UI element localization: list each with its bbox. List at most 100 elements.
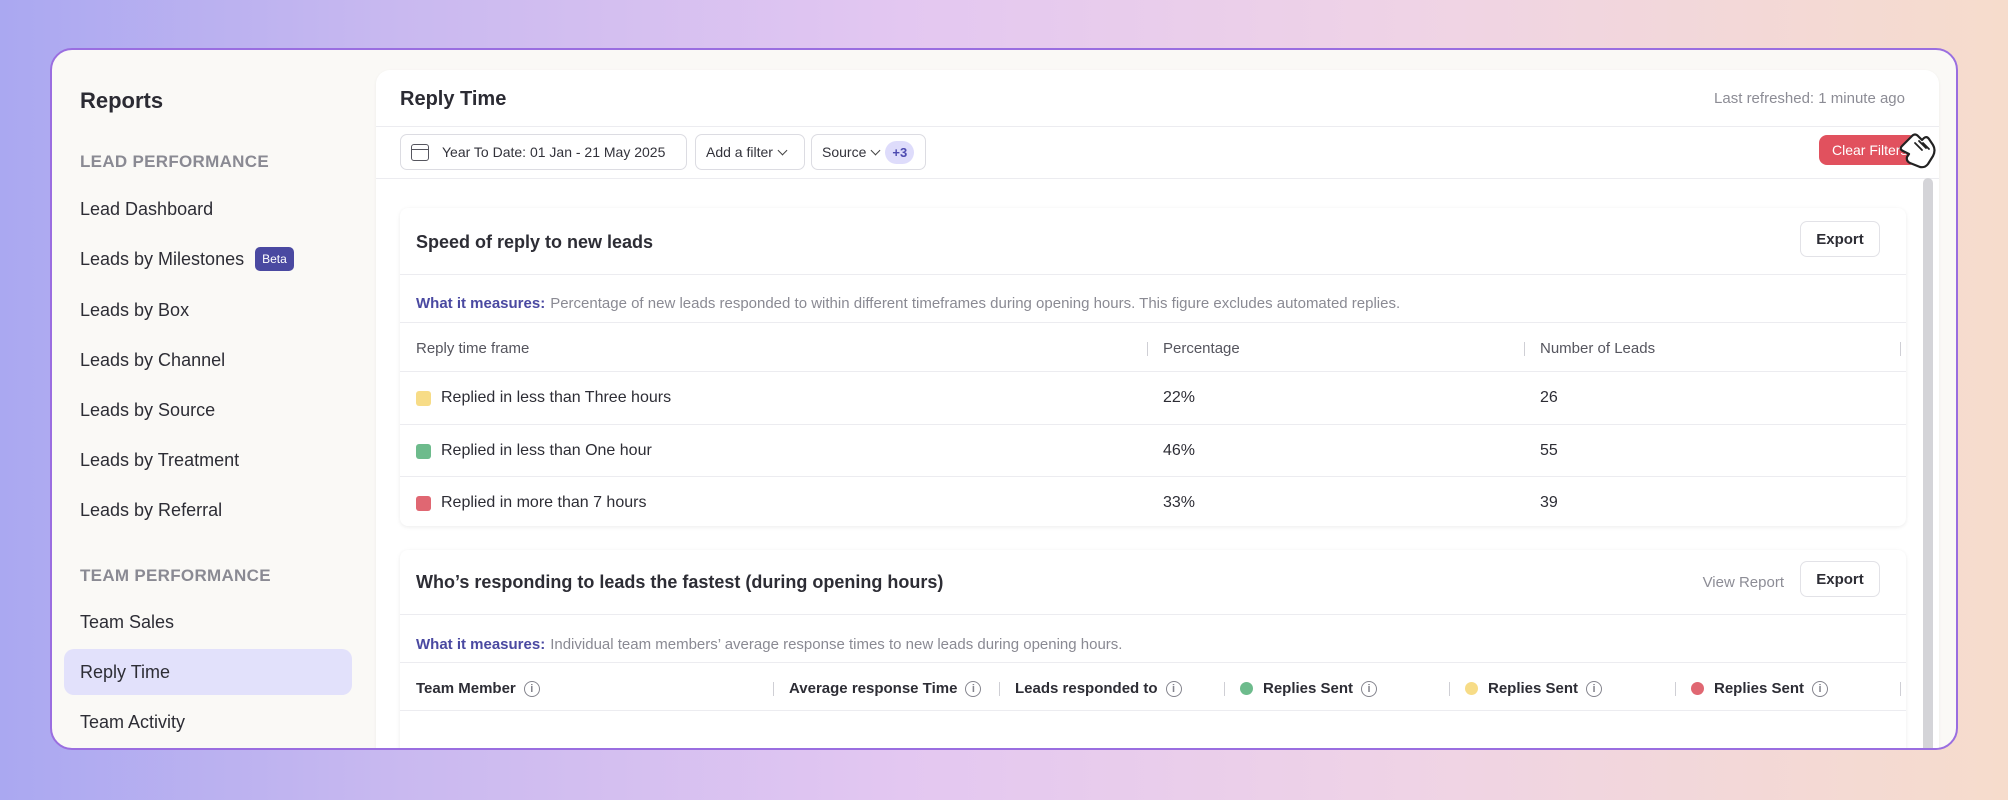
sidebar-item-leads-by-box[interactable]: Leads by Box <box>64 287 352 333</box>
export-button[interactable]: Export <box>1800 221 1880 257</box>
pointer-hand-icon <box>1899 133 1936 169</box>
red-dot-icon <box>1691 682 1704 695</box>
scrollbar[interactable] <box>1923 178 1933 748</box>
info-icon[interactable]: i <box>1812 680 1829 697</box>
green-swatch-icon <box>416 443 431 459</box>
last-refreshed: Last refreshed: 1 minute ago <box>1714 90 1905 107</box>
table-top-divider <box>400 662 1906 663</box>
column-header-average-response-time: Average response Time i <box>789 680 982 697</box>
sidebar-item-leads-by-referral[interactable]: Leads by Referral <box>64 487 352 533</box>
column-header-label: Replies Sent <box>1714 680 1805 697</box>
row-percentage: 46% <box>1163 442 1196 459</box>
table-top-divider <box>400 322 1906 323</box>
sidebar-item-label: Team Activity <box>80 711 186 732</box>
calendar-icon <box>411 143 429 161</box>
table-row: Replied in less than Three hours <box>416 383 671 413</box>
row-leads: 26 <box>1540 389 1558 406</box>
column-separator <box>999 682 1000 696</box>
sidebar-item-leads-by-source[interactable]: Leads by Source <box>64 387 352 433</box>
sidebar-item-lead-dashboard[interactable]: Lead Dashboard <box>64 186 352 232</box>
card-title: Speed of reply to new leads <box>416 232 654 252</box>
filter-divider <box>376 178 1939 179</box>
green-dot-icon <box>1240 682 1253 695</box>
table-row: Replied in more than 7 hours <box>416 488 646 518</box>
column-header-number-of-leads: Number of Leads <box>1540 340 1656 357</box>
sidebar-item-team-activity[interactable]: Team Activity <box>64 699 352 745</box>
add-filter-label: Add a filter <box>706 144 773 160</box>
red-swatch-icon <box>416 495 431 511</box>
what-it-measures: What it measures: Individual team members… <box>416 636 1122 653</box>
yellow-swatch-icon <box>416 390 431 406</box>
sidebar-item-reply-time[interactable]: Reply Time <box>64 649 352 695</box>
speed-of-reply-card: Speed of reply to new leads Export What … <box>400 208 1906 526</box>
info-icon[interactable]: i <box>1165 680 1182 697</box>
sidebar-item-label: Reply Time <box>80 661 171 682</box>
column-header-leads-responded-to: Leads responded to i <box>1015 680 1182 697</box>
card-divider <box>400 274 1906 275</box>
sidebar-item-leads-by-treatment[interactable]: Leads by Treatment <box>64 437 352 483</box>
fastest-responders-card: Who’s responding to leads the fastest (d… <box>400 550 1906 748</box>
source-filter-label: Source <box>822 144 867 160</box>
row-percentage: 22% <box>1163 389 1196 406</box>
header-row-divider <box>400 371 1906 372</box>
row-label: Replied in more than 7 hours <box>441 494 647 511</box>
measure-label: What it measures: <box>416 636 546 653</box>
sidebar-item-label: Leads by Treatment <box>80 449 240 470</box>
column-separator <box>1449 682 1450 696</box>
measure-text: Individual team members’ average respons… <box>550 636 1123 653</box>
info-icon[interactable]: i <box>965 680 982 697</box>
export-button[interactable]: Export <box>1800 561 1880 597</box>
column-separator <box>1524 342 1525 356</box>
info-icon[interactable]: i <box>523 680 540 697</box>
info-icon[interactable]: i <box>1586 680 1603 697</box>
column-separator <box>1224 682 1225 696</box>
sidebar-item-label: Leads by Channel <box>80 349 226 370</box>
column-header-label: Average response Time <box>789 680 958 697</box>
scrollbar-thumb[interactable] <box>1923 178 1933 748</box>
sidebar-item-leads-by-channel[interactable]: Leads by Channel <box>64 337 352 383</box>
app-window: Reports LEAD PERFORMANCE Lead Dashboard … <box>50 48 1958 750</box>
row-divider <box>400 424 1906 425</box>
sidebar-item-team-sales[interactable]: Team Sales <box>64 599 352 645</box>
column-header-label: Replies Sent <box>1263 680 1354 697</box>
table-row: Replied in less than One hour <box>416 436 652 466</box>
sidebar-item-label: Leads by Source <box>80 399 216 420</box>
row-leads: 39 <box>1540 494 1558 511</box>
column-header-replies-sent-red: Replies Sent i <box>1691 680 1829 697</box>
card-title: Who’s responding to leads the fastest (d… <box>416 572 944 592</box>
section-team-performance: TEAM PERFORMANCE <box>80 566 271 585</box>
column-header-percentage: Percentage <box>1163 340 1240 357</box>
column-header-reply-time-frame: Reply time frame <box>416 340 530 357</box>
row-divider <box>400 476 1906 477</box>
sidebar-item-label: Leads by Box <box>80 299 190 320</box>
column-header-replies-sent-yellow: Replies Sent i <box>1465 680 1603 697</box>
date-range-filter[interactable]: Year To Date: 01 Jan - 21 May 2025 <box>400 134 687 170</box>
section-lead-performance: LEAD PERFORMANCE <box>80 152 269 171</box>
source-extra-badge: +3 <box>885 140 915 164</box>
info-icon[interactable]: i <box>1361 680 1378 697</box>
page-title: Reply Time <box>400 88 507 110</box>
row-label: Replied in less than Three hours <box>441 389 672 406</box>
column-header-label: Replies Sent <box>1488 680 1579 697</box>
column-separator <box>773 682 774 696</box>
sidebar: Reports LEAD PERFORMANCE Lead Dashboard … <box>52 50 370 748</box>
sidebar-item-leads-by-milestones[interactable]: Leads by Milestones Beta <box>64 236 352 282</box>
sidebar-item-label: Leads by Milestones <box>80 248 245 269</box>
column-header-replies-sent-green: Replies Sent i <box>1240 680 1378 697</box>
chevron-down-icon <box>777 145 788 155</box>
column-separator <box>1147 342 1148 356</box>
source-filter[interactable]: Source +3 <box>811 134 926 170</box>
row-percentage: 33% <box>1163 494 1196 511</box>
yellow-dot-icon <box>1465 682 1478 695</box>
beta-badge: Beta <box>255 247 294 271</box>
row-leads: 55 <box>1540 442 1558 459</box>
view-report-link[interactable]: View Report <box>1703 574 1784 591</box>
sidebar-item-label: Lead Dashboard <box>80 198 214 219</box>
header-divider <box>376 126 1939 127</box>
chevron-down-icon <box>870 145 881 155</box>
column-separator <box>1675 682 1676 696</box>
add-filter-button[interactable]: Add a filter <box>695 134 805 170</box>
row-label: Replied in less than One hour <box>441 442 652 459</box>
sidebar-item-label: Team Sales <box>80 611 175 632</box>
column-header-team-member: Team Member i <box>416 680 540 697</box>
